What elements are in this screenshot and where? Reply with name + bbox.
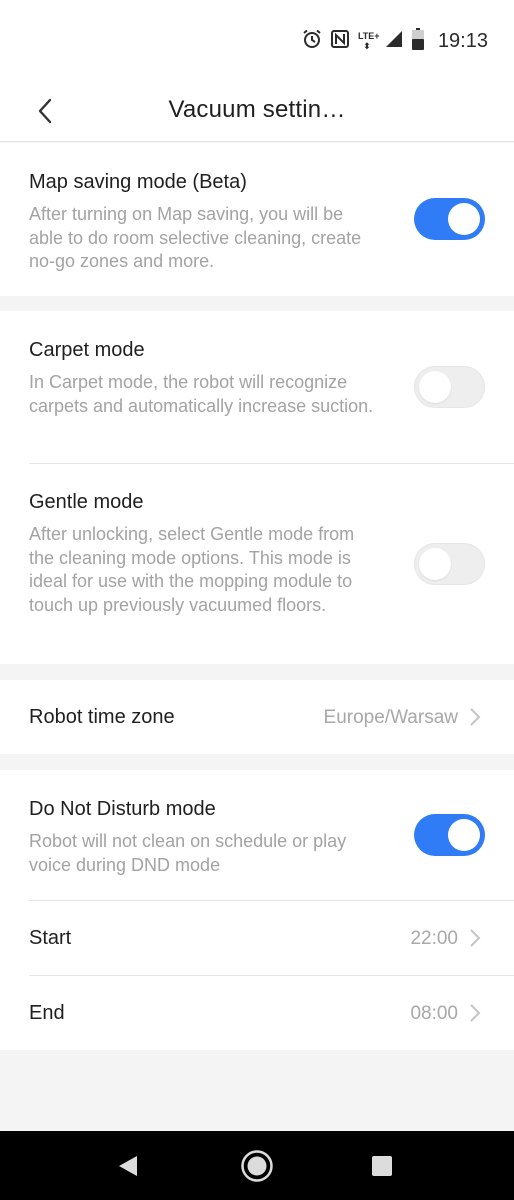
dnd-end-value: 08:00 <box>410 1003 458 1024</box>
dnd-end-label: End <box>29 1002 65 1024</box>
chevron-right-icon <box>470 1004 481 1022</box>
nav-back-button[interactable] <box>116 1154 140 1183</box>
gentle-mode-row: Gentle mode After unlocking, select Gent… <box>0 464 514 664</box>
status-icons: LTE+ ⬍ 19:13 <box>302 27 488 55</box>
toggle-knob <box>419 548 451 580</box>
dnd-row: Do Not Disturb mode Robot will not clean… <box>0 770 514 900</box>
status-time: 19:13 <box>437 29 488 52</box>
status-bar: LTE+ ⬍ 19:13 <box>0 0 514 80</box>
toggle-knob <box>448 819 480 851</box>
map-saving-description: After turning on Map saving, you will be… <box>29 204 362 271</box>
system-nav-bar <box>0 1131 514 1200</box>
time-zone-value: Europe/Warsaw <box>323 707 458 728</box>
gentle-mode-description: After unlocking, select Gentle mode from… <box>29 524 355 615</box>
carpet-mode-toggle[interactable] <box>414 366 485 408</box>
dnd-start-label: Start <box>29 927 72 949</box>
nav-recents-button[interactable] <box>370 1154 394 1183</box>
dnd-description: Robot will not clean on schedule or play… <box>29 831 347 875</box>
home-circle-icon <box>241 1150 273 1182</box>
map-saving-toggle[interactable] <box>414 198 485 240</box>
toggle-knob <box>419 371 451 403</box>
time-zone-card: Robot time zone Europe/Warsaw <box>0 680 514 754</box>
dnd-toggle[interactable] <box>414 814 485 856</box>
map-saving-title: Map saving mode (Beta) <box>29 171 247 193</box>
nfc-icon <box>330 29 350 54</box>
time-zone-row[interactable]: Robot time zone Europe/Warsaw <box>0 680 514 754</box>
carpet-mode-row: Carpet mode In Carpet mode, the robot wi… <box>0 311 514 464</box>
time-zone-title: Robot time zone <box>29 706 175 728</box>
app-bar: Vacuum settin… <box>0 80 514 142</box>
dnd-end-row[interactable]: End 08:00 <box>0 976 514 1050</box>
network-type-label: LTE+ <box>357 31 380 41</box>
back-triangle-icon <box>119 1156 137 1176</box>
dnd-card: Do Not Disturb mode Robot will not clean… <box>0 770 514 1050</box>
recents-square-icon <box>372 1156 392 1176</box>
dnd-start-row[interactable]: Start 22:00 <box>0 901 514 975</box>
nav-home-button[interactable] <box>240 1149 274 1188</box>
battery-icon <box>411 27 424 55</box>
lte-icon: LTE+ ⬍ <box>357 31 380 51</box>
chevron-right-icon <box>470 708 481 726</box>
signal-icon <box>384 29 404 54</box>
page-title: Vacuum settin… <box>168 96 346 123</box>
chevron-right-icon <box>470 929 481 947</box>
alarm-icon <box>302 29 322 54</box>
carpet-mode-description: In Carpet mode, the robot will recognize… <box>29 372 374 416</box>
modes-card: Carpet mode In Carpet mode, the robot wi… <box>0 311 514 664</box>
dnd-title: Do Not Disturb mode <box>29 798 216 820</box>
toggle-knob <box>448 203 480 235</box>
gentle-mode-toggle[interactable] <box>414 543 485 585</box>
map-saving-card: Map saving mode (Beta) After turning on … <box>0 143 514 296</box>
map-saving-row: Map saving mode (Beta) After turning on … <box>0 143 514 296</box>
dnd-start-value: 22:00 <box>410 928 458 949</box>
carpet-mode-title: Carpet mode <box>29 339 145 361</box>
gentle-mode-title: Gentle mode <box>29 491 144 513</box>
